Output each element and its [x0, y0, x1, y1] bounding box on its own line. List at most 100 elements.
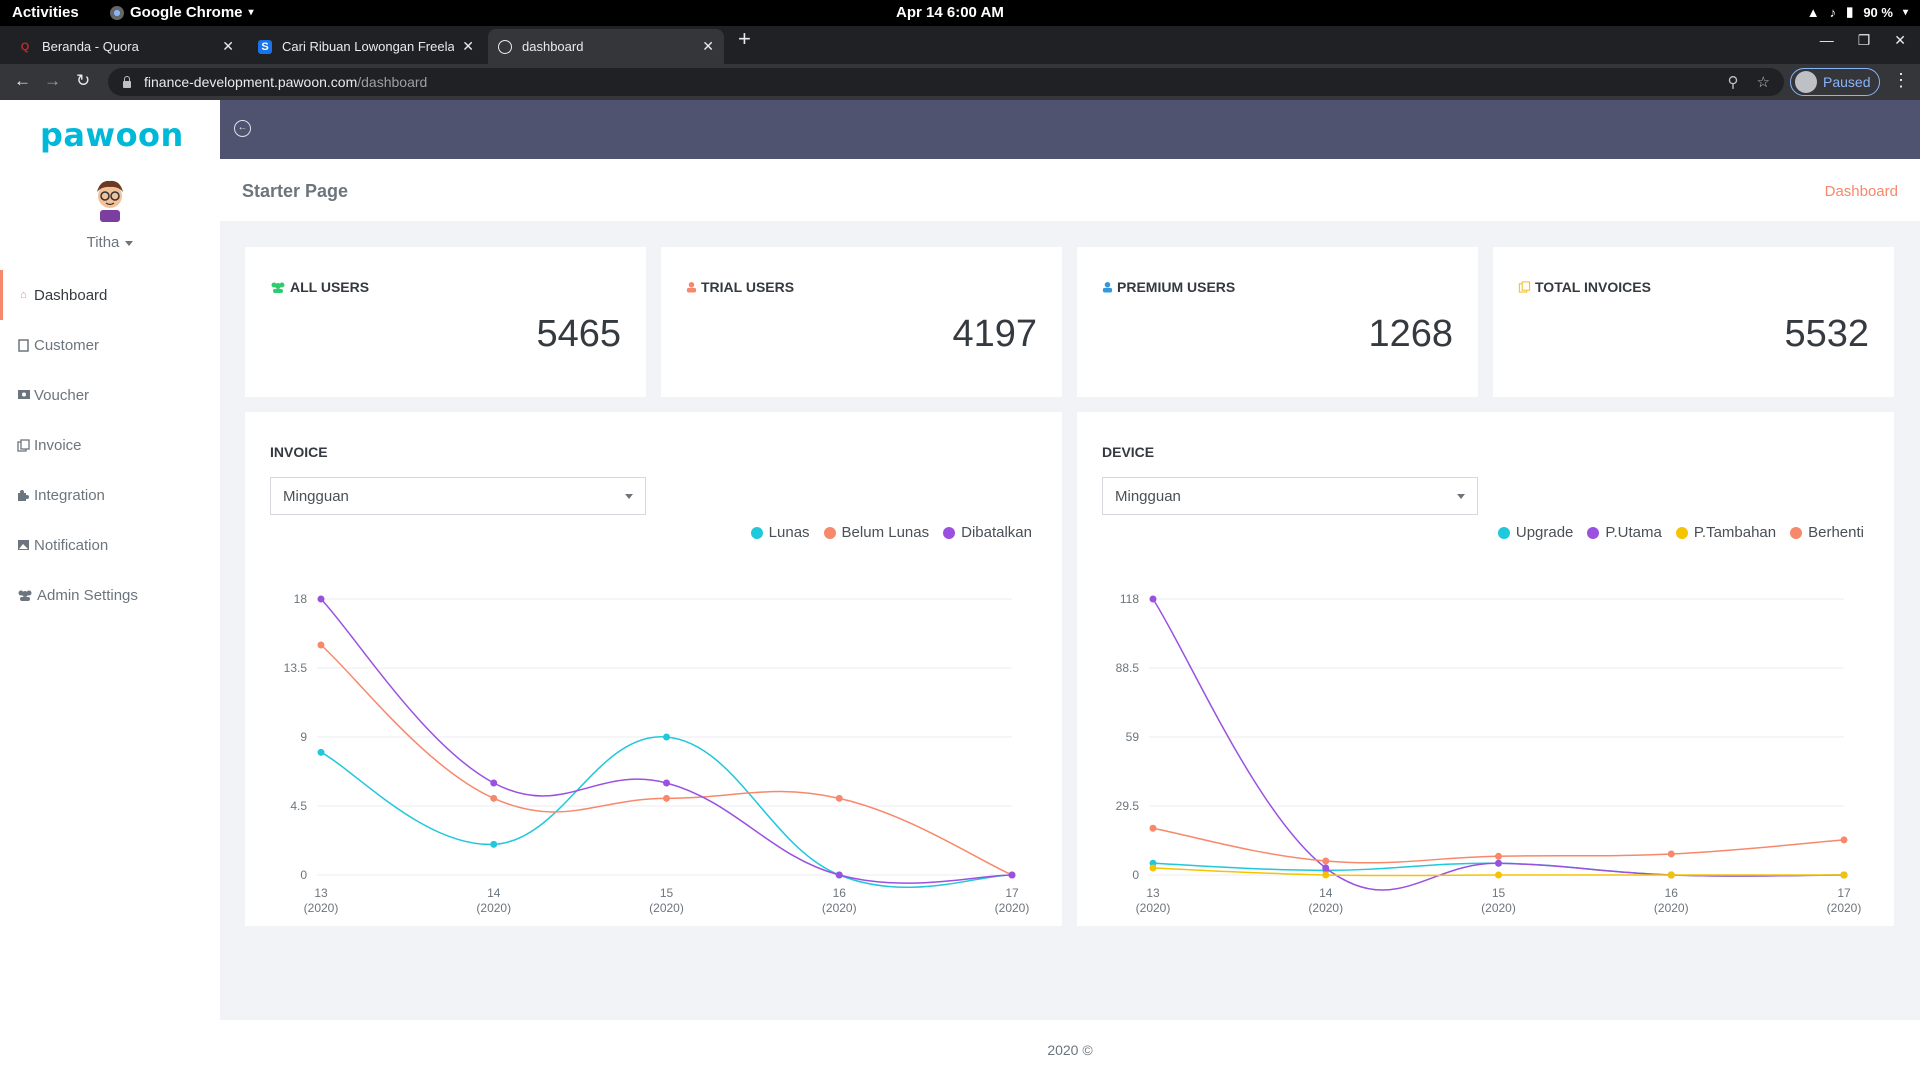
- stat-value: 4197: [952, 313, 1037, 355]
- close-icon[interactable]: ✕: [462, 38, 474, 55]
- ticket-icon: [17, 389, 30, 402]
- sidebar-item-dashboard[interactable]: ⌂ Dashboard: [0, 270, 220, 320]
- profile-status: Paused: [1823, 74, 1871, 90]
- data-point: [663, 794, 670, 802]
- pawoon-logo[interactable]: pawoon: [40, 116, 184, 154]
- x-tick-label: 14: [487, 886, 501, 900]
- sidebar-item-integration[interactable]: Integration: [0, 470, 220, 520]
- x-tick-sublabel: (2020): [1827, 901, 1862, 915]
- quora-icon: Q: [20, 40, 30, 53]
- x-tick-label: 15: [660, 886, 674, 900]
- data-point: [1840, 836, 1848, 844]
- y-tick-label: 59: [1126, 730, 1140, 744]
- back-arrow-icon[interactable]: ←: [14, 71, 31, 91]
- data-point: [1322, 857, 1330, 865]
- x-tick-sublabel: (2020): [1654, 901, 1689, 915]
- battery-level: 90 %: [1863, 4, 1893, 20]
- stat-label: PREMIUM USERS: [1117, 279, 1236, 295]
- caret-down-icon: [125, 240, 134, 246]
- legend-dot-icon: [943, 526, 956, 539]
- app-menu[interactable]: Google Chrome ▾: [110, 4, 254, 21]
- collapse-sidebar-icon[interactable]: ←: [234, 120, 251, 137]
- url-path: /dashboard: [357, 74, 428, 90]
- legend-dot-icon: [1675, 526, 1688, 539]
- footer: 2020 ©: [220, 1020, 1920, 1080]
- close-window-button[interactable]: ✕: [1894, 32, 1906, 49]
- legend-item[interactable]: Upgrade: [1497, 524, 1573, 541]
- x-tick-sublabel: (2020): [476, 901, 511, 915]
- breadcrumb[interactable]: Dashboard: [1825, 183, 1898, 200]
- profile-button[interactable]: Paused: [1790, 68, 1880, 96]
- chart-title: INVOICE: [270, 444, 328, 460]
- legend-label: P.Tambahan: [1693, 524, 1777, 541]
- clock[interactable]: Apr 14 6:00 AM: [896, 4, 1004, 21]
- stat-value: 5532: [1784, 313, 1869, 355]
- close-icon[interactable]: ✕: [222, 38, 234, 55]
- minimize-button[interactable]: —: [1820, 32, 1834, 49]
- data-point: [490, 840, 498, 848]
- legend-item[interactable]: Belum Lunas: [823, 524, 929, 541]
- key-icon[interactable]: ⚲: [1728, 73, 1739, 91]
- legend-label: P.Utama: [1605, 524, 1662, 541]
- data-point: [835, 871, 843, 879]
- invoice-line-chart: 04.5913.51813(2020)14(2020)15(2020)16(20…: [284, 592, 1030, 915]
- data-point: [1149, 864, 1157, 872]
- forward-arrow-icon[interactable]: →: [44, 71, 61, 91]
- sribulancer-icon: S: [258, 39, 272, 54]
- x-tick-label: 14: [1319, 886, 1333, 900]
- browser-menu-icon[interactable]: ⋮: [1892, 70, 1910, 91]
- stat-label: ALL USERS: [290, 279, 370, 295]
- close-icon[interactable]: ✕: [702, 38, 714, 55]
- user-name: Titha: [86, 234, 120, 251]
- sidebar-item-customer[interactable]: Customer: [0, 320, 220, 370]
- legend-label: Lunas: [768, 524, 810, 541]
- stat-card-all-users: ALL USERS 5465: [245, 247, 646, 397]
- tab-dashboard[interactable]: dashboard ✕: [488, 29, 724, 64]
- user-menu[interactable]: Titha: [0, 234, 220, 251]
- lock-icon[interactable]: [122, 76, 132, 88]
- y-tick-label: 118: [1120, 592, 1139, 606]
- sidebar-item-admin-settings[interactable]: Admin Settings: [0, 570, 220, 620]
- system-tray[interactable]: ▲ ♪ ▮ 90 % ▾: [1807, 4, 1908, 20]
- tab-quora[interactable]: Q Beranda - Quora ✕: [8, 29, 244, 64]
- sidebar-item-invoice[interactable]: Invoice: [0, 420, 220, 470]
- stat-value: 5465: [536, 313, 621, 355]
- reload-icon[interactable]: ↻: [76, 71, 90, 91]
- copy-icon: [1518, 281, 1531, 293]
- legend-item[interactable]: P.Tambahan: [1675, 524, 1777, 541]
- page-title: Starter Page: [242, 181, 349, 201]
- x-tick-sublabel: (2020): [304, 901, 339, 915]
- stat-card-total-invoices: TOTAL INVOICES 5532: [1493, 247, 1894, 397]
- bookmark-star-icon[interactable]: ☆: [1757, 73, 1770, 91]
- device-chart-card: DEVICE Mingguan Upgrade P.Utama P.Tambahan…: [1077, 412, 1894, 926]
- x-tick-sublabel: (2020): [1136, 901, 1171, 915]
- address-bar[interactable]: finance-development.pawoon.com/dashboard…: [108, 68, 1784, 96]
- x-tick-sublabel: (2020): [1481, 901, 1516, 915]
- invoice-chart-card: INVOICE Mingguan Lunas Belum Lunas Dibatal…: [245, 412, 1062, 926]
- restore-button[interactable]: ❐: [1858, 32, 1871, 49]
- x-tick-label: 16: [833, 886, 847, 900]
- legend-item[interactable]: Dibatalkan: [943, 524, 1032, 541]
- select-value: Mingguan: [283, 487, 349, 505]
- x-tick-label: 13: [314, 886, 328, 900]
- device-period-select[interactable]: Mingguan: [1102, 477, 1478, 515]
- data-point: [1149, 824, 1157, 832]
- activities-button[interactable]: Activities: [12, 4, 79, 21]
- series-line: [320, 644, 1013, 876]
- sidebar-item-notification[interactable]: Notification: [0, 520, 220, 570]
- new-tab-button[interactable]: +: [738, 26, 751, 52]
- stat-card-premium-users: PREMIUM USERS 1268: [1077, 247, 1478, 397]
- tab-sribulancer[interactable]: S Cari Ribuan Lowongan Freelan ✕: [248, 29, 484, 64]
- sidebar-item-voucher[interactable]: Voucher: [0, 370, 220, 420]
- x-tick-sublabel: (2020): [995, 901, 1030, 915]
- legend-item[interactable]: P.Utama: [1587, 524, 1662, 541]
- legend-item[interactable]: Lunas: [750, 524, 810, 541]
- legend-item[interactable]: Berhenti: [1790, 524, 1864, 541]
- sidebar-menu: ⌂ Dashboard Customer Voucher Invoice Int…: [0, 270, 220, 620]
- legend-dot-icon: [750, 526, 763, 539]
- data-point: [317, 641, 325, 649]
- series-line: [320, 736, 1013, 888]
- device-line-chart: 029.55988.511813(2020)14(2020)15(2020)16…: [1116, 592, 1862, 915]
- invoice-period-select[interactable]: Mingguan: [270, 477, 646, 515]
- chrome-icon: [110, 5, 124, 20]
